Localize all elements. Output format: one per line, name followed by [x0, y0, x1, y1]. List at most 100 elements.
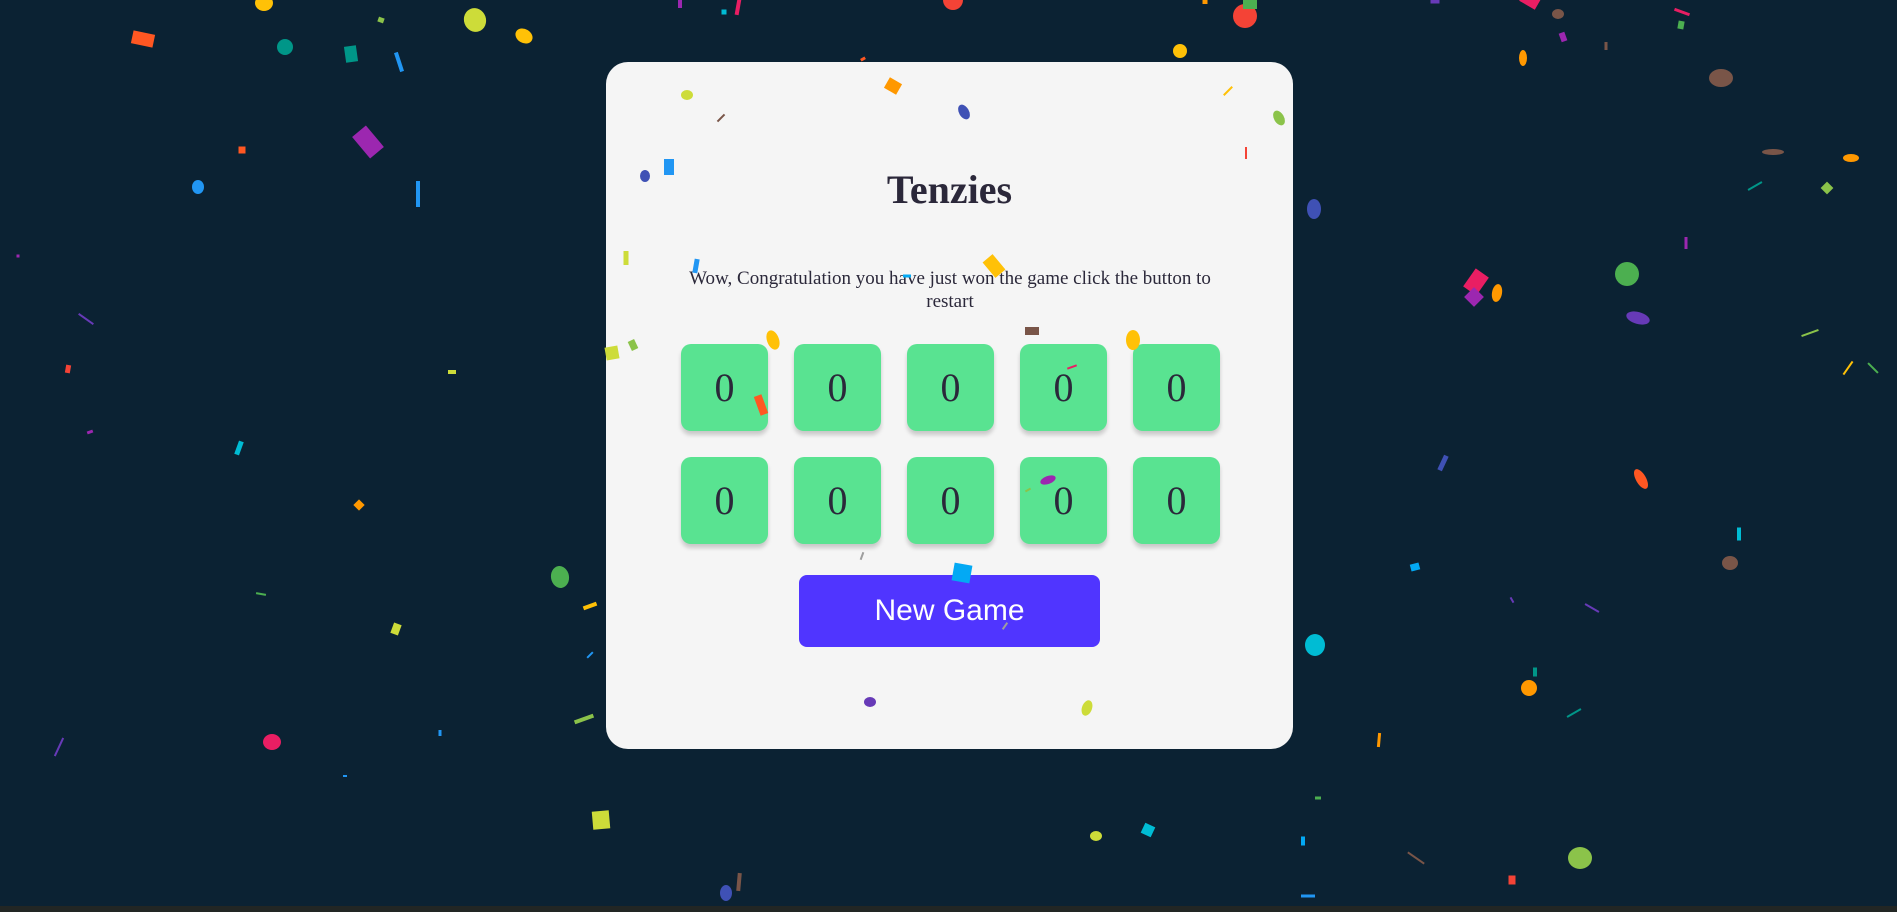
confetti-piece [277, 39, 293, 55]
confetti-piece [16, 254, 20, 258]
die-8[interactable]: 0 [907, 457, 994, 544]
confetti-piece [1552, 9, 1564, 19]
confetti-piece [1843, 154, 1859, 162]
dice-grid: 0 0 0 0 0 0 0 0 0 0 [681, 344, 1220, 544]
confetti-piece [1173, 44, 1187, 58]
die-2[interactable]: 0 [794, 344, 881, 431]
confetti-piece [860, 56, 866, 62]
app-background: Tenzies Wow, Congratulation you have jus… [0, 0, 1897, 912]
confetti-piece [1315, 796, 1321, 800]
confetti-piece [1867, 362, 1879, 374]
confetti-piece [1140, 822, 1156, 838]
confetti-piece [416, 181, 420, 207]
confetti-piece [1521, 680, 1537, 696]
confetti-piece [438, 730, 442, 736]
confetti-piece [734, 0, 742, 16]
confetti-piece [1737, 527, 1741, 541]
new-game-button[interactable]: New Game [799, 575, 1100, 647]
confetti-piece [1842, 360, 1854, 376]
confetti-piece [1491, 284, 1503, 302]
die-3[interactable]: 0 [907, 344, 994, 431]
confetti-piece [1509, 596, 1515, 604]
confetti-piece [377, 16, 385, 24]
confetti-piece [238, 146, 246, 154]
confetti-piece [1820, 181, 1834, 195]
confetti-piece [586, 651, 594, 659]
confetti-piece [1673, 7, 1691, 17]
confetti-piece [130, 30, 156, 48]
confetti-piece [448, 370, 456, 374]
confetti-piece [582, 601, 598, 611]
confetti-piece [1508, 875, 1516, 885]
confetti-piece [1747, 181, 1763, 191]
confetti-piece [1722, 556, 1738, 570]
confetti-piece [1301, 894, 1315, 898]
game-title: Tenzies [886, 167, 1013, 212]
confetti-piece [394, 51, 404, 73]
confetti-piece [78, 313, 94, 325]
confetti-piece [1558, 31, 1568, 43]
die-7[interactable]: 0 [794, 457, 881, 544]
confetti-piece [1615, 262, 1639, 286]
confetti-piece [255, 0, 273, 11]
confetti-piece [1568, 847, 1592, 869]
confetti-piece [343, 775, 347, 777]
confetti-piece [463, 8, 487, 32]
confetti-piece [343, 45, 359, 63]
confetti-piece [192, 180, 204, 194]
confetti-piece [1584, 603, 1600, 613]
confetti-piece [943, 0, 963, 10]
confetti-piece [550, 566, 570, 588]
confetti-piece [390, 622, 402, 636]
confetti-piece [591, 810, 611, 830]
die-6[interactable]: 0 [681, 457, 768, 544]
confetti-piece [1677, 20, 1685, 30]
win-message: Wow, Congratulation you have just won th… [689, 268, 1211, 312]
confetti-piece [1243, 0, 1257, 9]
confetti-piece [353, 499, 365, 511]
confetti-piece [53, 737, 65, 757]
confetti-piece [1463, 268, 1489, 296]
confetti-piece [1202, 0, 1208, 4]
die-5[interactable]: 0 [1133, 344, 1220, 431]
confetti-piece [1566, 708, 1582, 718]
game-card: Tenzies Wow, Congratulation you have jus… [606, 62, 1293, 749]
confetti-piece [234, 440, 244, 456]
confetti-piece [1519, 0, 1541, 10]
confetti-piece [1801, 328, 1819, 338]
confetti-piece [1519, 50, 1527, 66]
confetti-piece [1533, 667, 1537, 677]
confetti-piece [736, 872, 742, 892]
die-9[interactable]: 0 [1020, 457, 1107, 544]
confetti-piece [86, 429, 94, 435]
confetti-piece [1634, 469, 1648, 489]
confetti-piece [1709, 69, 1733, 87]
confetti-piece [1684, 237, 1688, 249]
confetti-piece [352, 125, 384, 159]
confetti-piece [1376, 732, 1382, 748]
confetti-piece [1305, 634, 1325, 656]
confetti-piece [1437, 454, 1449, 472]
confetti-piece [720, 885, 732, 901]
die-10[interactable]: 0 [1133, 457, 1220, 544]
confetti-piece [1407, 851, 1425, 865]
confetti-piece [515, 28, 533, 44]
confetti-piece [1762, 149, 1784, 155]
confetti-piece [1464, 287, 1484, 307]
confetti-piece [1604, 42, 1608, 50]
confetti-piece [573, 713, 595, 725]
confetti-piece [1233, 4, 1257, 28]
confetti-piece [255, 592, 267, 596]
confetti-piece [64, 364, 72, 374]
confetti-piece [1301, 836, 1305, 846]
confetti-piece [263, 734, 281, 750]
die-4[interactable]: 0 [1020, 344, 1107, 431]
confetti-piece [1409, 562, 1421, 572]
bottom-edge-strip [0, 906, 1897, 912]
confetti-piece [1090, 831, 1102, 841]
confetti-piece [721, 9, 727, 15]
confetti-piece [1626, 311, 1650, 325]
confetti-piece [1430, 0, 1440, 4]
confetti-piece [678, 0, 682, 8]
die-1[interactable]: 0 [681, 344, 768, 431]
